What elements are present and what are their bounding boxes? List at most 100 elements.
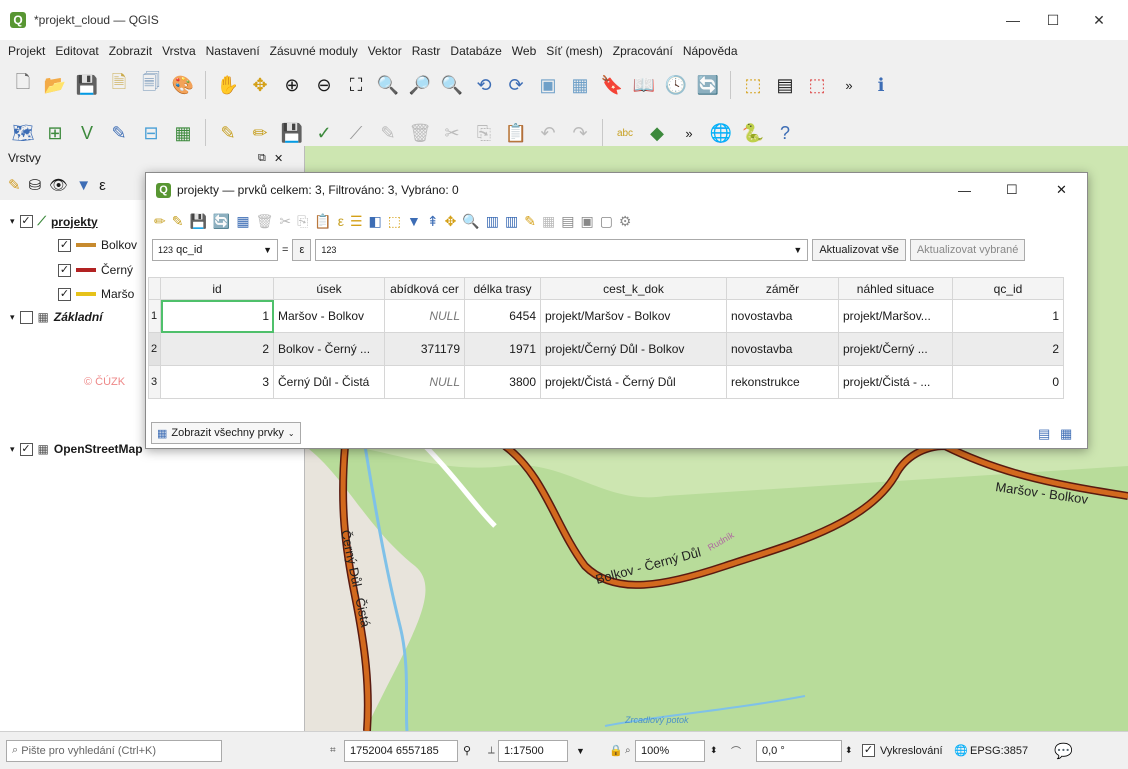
menu-web[interactable]: Web	[512, 44, 536, 58]
column-header-delka[interactable]: délka trasy	[464, 277, 541, 300]
column-header-cest[interactable]: cest_k_dok	[540, 277, 727, 300]
zoom-to-selected-icon[interactable]: 🔍	[462, 213, 479, 230]
layer-checkbox[interactable]: ✓	[19, 442, 33, 456]
cell-id[interactable]: 1	[160, 299, 274, 333]
pan-to-selection-icon[interactable]: ✥	[247, 72, 273, 98]
layer-checkbox[interactable]: ✓	[19, 215, 33, 228]
undo-icon[interactable]: ↶	[535, 120, 561, 146]
menu-vrstva[interactable]: Vrstva	[162, 44, 196, 58]
delete-feature-icon[interactable]: 🗑	[256, 213, 274, 230]
chevron-down-icon[interactable]: ▼	[576, 746, 585, 756]
deselect-features-icon[interactable]: ⬚	[804, 72, 830, 98]
menu-zpracovani[interactable]: Zpracování	[613, 44, 673, 58]
maximize-button[interactable]: ☐	[1030, 0, 1076, 40]
cell-cest[interactable]: projekt/Maršov - Bolkov	[540, 299, 727, 333]
expression-builder-button[interactable]: ε	[292, 239, 312, 261]
crs-label[interactable]: EPSG:3857	[970, 745, 1028, 757]
update-selected-button[interactable]: Aktualizovat vybrané	[909, 239, 1026, 261]
layout-manager-icon[interactable]: 🗐	[138, 72, 164, 98]
paste-features-icon[interactable]: 📋	[503, 120, 529, 146]
new-field-icon[interactable]: ✎	[524, 213, 536, 230]
paste-icon[interactable]: 📋	[314, 213, 331, 230]
add-group-icon[interactable]: ⛁	[29, 176, 42, 194]
save-edits-icon[interactable]: 💾	[279, 120, 305, 146]
scale-combobox[interactable]: 1:17500	[498, 739, 568, 762]
layer-checkbox[interactable]	[19, 310, 33, 324]
column-header-zamer[interactable]: záměr	[726, 277, 839, 300]
column-header-qc-id[interactable]: qc_id	[952, 277, 1064, 300]
more-tools-icon[interactable]: »	[836, 72, 862, 98]
cell-qc-id[interactable]: 1	[952, 299, 1064, 333]
open-project-icon[interactable]: 📂	[42, 72, 68, 98]
coordinate-field[interactable]: 1752004 6557185	[344, 739, 458, 762]
cell-qc-id[interactable]: 0	[952, 365, 1064, 399]
select-features-icon[interactable]: ⬚	[740, 72, 766, 98]
cell-usek[interactable]: Bolkov - Černý ...	[273, 332, 385, 366]
column-header-id[interactable]: id	[160, 277, 274, 300]
dialog-maximize-button[interactable]: ☐	[1006, 182, 1018, 198]
move-selected-to-top-icon[interactable]: ⇞	[427, 213, 439, 230]
new-map-view-icon[interactable]: ▣	[535, 72, 561, 98]
new-3d-map-icon[interactable]: ▦	[567, 72, 593, 98]
cell-nahled[interactable]: projekt/Maršov...	[838, 299, 953, 333]
copy-features-icon[interactable]: ⎘	[471, 120, 497, 146]
panel-float-icon[interactable]: ⧉	[258, 152, 266, 165]
zoom-full-icon[interactable]: ⛶	[343, 72, 369, 98]
cell-zamer[interactable]: rekonstrukce	[726, 365, 839, 399]
refresh-icon[interactable]: 🔄	[695, 72, 721, 98]
dock-icon[interactable]: ▢	[600, 213, 613, 230]
cell-nahled[interactable]: projekt/Čistá - ...	[838, 365, 953, 399]
layer-checkbox[interactable]: ✓	[58, 238, 71, 252]
style-manager-icon[interactable]: 🎨	[170, 72, 196, 98]
render-checkbox[interactable]: ✓	[862, 744, 875, 757]
row-header[interactable]: 1	[148, 299, 161, 333]
zoom-last-icon[interactable]: ⟲	[471, 72, 497, 98]
zoom-in-icon[interactable]: ⊕	[279, 72, 305, 98]
spinner-icon[interactable]: ⬍	[845, 745, 853, 756]
field-select-dropdown[interactable]: 123 qc_id ▼	[152, 239, 278, 261]
table-row[interactable]: 3 3 Černý Důl - Čistá NULL 3800 projekt/…	[148, 365, 1064, 399]
spinner-icon[interactable]: ⬍	[710, 745, 718, 756]
toggle-editing-icon[interactable]: ✏	[154, 213, 166, 230]
cell-usek[interactable]: Černý Důl - Čistá	[273, 365, 385, 399]
update-value-input[interactable]: 123 ▼	[315, 239, 809, 261]
field-calculator-icon[interactable]: ▤	[561, 213, 574, 230]
menu-napoveda[interactable]: Nápověda	[683, 44, 738, 58]
zoom-to-layer-icon[interactable]: 🔎	[407, 72, 433, 98]
collapse-arrow-icon[interactable]: ▾	[10, 444, 15, 455]
cut-icon[interactable]: ✂	[279, 213, 291, 230]
conditional-formatting-icon[interactable]: ▣	[580, 213, 593, 230]
layer-styling-icon[interactable]: ✎	[8, 176, 21, 194]
menu-zobrazit[interactable]: Zobrazit	[109, 44, 152, 58]
table-view-icon[interactable]: ▦	[1060, 426, 1072, 442]
cell-cest[interactable]: projekt/Černý Důl - Bolkov	[540, 332, 727, 366]
menu-databaze[interactable]: Databáze	[450, 44, 501, 58]
vertex-tool-icon[interactable]: ⟋	[343, 120, 369, 146]
coordinate-toggle-icon[interactable]: ⚲	[463, 744, 471, 757]
cell-usek[interactable]: Maršov - Bolkov	[273, 299, 385, 333]
cut-features-icon[interactable]: ✂	[439, 120, 465, 146]
help-icon[interactable]: ?	[772, 120, 798, 146]
copy-rows-icon[interactable]: ▥	[486, 213, 499, 230]
delete-selected-icon[interactable]: 🗑	[407, 120, 433, 146]
rotation-field[interactable]: 0,0 °	[756, 739, 842, 762]
lock-scale-icon[interactable]: 🔒	[609, 744, 623, 757]
add-feature-icon[interactable]: ▦	[236, 213, 249, 230]
column-header-cena[interactable]: abídková cer	[384, 277, 465, 300]
dialog-close-button[interactable]: ✕	[1056, 182, 1067, 198]
zoom-out-icon[interactable]: ⊖	[311, 72, 337, 98]
cell-zamer[interactable]: novostavba	[726, 332, 839, 366]
locator-search-input[interactable]: ⌕ Pište pro vyhledání (Ctrl+K)	[6, 739, 222, 762]
cell-delka[interactable]: 1971	[464, 332, 541, 366]
expression-select-icon[interactable]: ε	[338, 213, 344, 229]
web-globe-icon[interactable]: 🌐	[708, 120, 734, 146]
show-bookmarks-icon[interactable]: 📖	[631, 72, 657, 98]
zoom-next-icon[interactable]: ⟳	[503, 72, 529, 98]
bookmark-icon[interactable]: 🔖	[599, 72, 625, 98]
new-vector-layer-icon[interactable]: V	[74, 120, 100, 146]
cell-nahled[interactable]: projekt/Černý ...	[838, 332, 953, 366]
form-view-icon[interactable]: ▤	[1038, 426, 1050, 442]
layer-item-marsov[interactable]: ✓ Maršo	[58, 287, 134, 301]
select-all-icon[interactable]: ☰	[350, 213, 363, 230]
cell-qc-id[interactable]: 2	[952, 332, 1064, 366]
